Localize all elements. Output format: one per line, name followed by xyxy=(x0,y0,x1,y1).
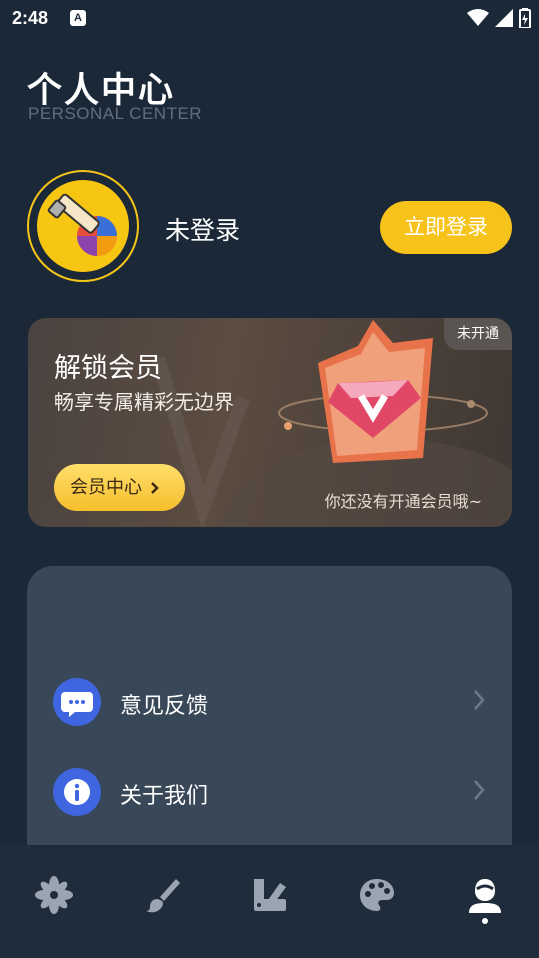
tab-home[interactable] xyxy=(34,875,74,915)
signal-icon xyxy=(495,9,513,27)
chat-bubble-icon xyxy=(53,678,101,726)
battery-icon xyxy=(519,8,531,28)
tab-profile[interactable] xyxy=(465,875,505,915)
menu-item-about[interactable]: 关于我们 xyxy=(27,762,512,822)
brush-icon xyxy=(146,879,180,913)
vip-center-button[interactable]: 会员中心 xyxy=(54,464,185,511)
tab-brush[interactable] xyxy=(142,875,182,915)
flower-icon xyxy=(35,876,73,914)
status-icons xyxy=(467,8,531,28)
tab-palette[interactable] xyxy=(357,875,397,915)
avatar[interactable] xyxy=(27,170,139,282)
vip-subtitle: 畅享专属精彩无边界 xyxy=(54,390,234,414)
page-subtitle: PERSONAL CENTER xyxy=(28,104,203,123)
menu-item-feedback[interactable]: 意见反馈 xyxy=(27,672,512,732)
vip-title: 解锁会员 xyxy=(54,353,162,384)
active-tab-indicator xyxy=(482,918,488,924)
palette-icon xyxy=(360,879,394,911)
profile-icon xyxy=(469,879,501,913)
vip-note: 你还没有开通会员哦~ xyxy=(324,492,482,511)
bottom-tab-bar xyxy=(0,845,539,958)
username: 未登录 xyxy=(165,216,241,245)
palette-swatch-icon xyxy=(254,879,286,911)
avatar-image xyxy=(37,180,129,272)
menu-card: 意见反馈 关于我们 xyxy=(27,566,512,866)
vip-status-badge: 未开通 xyxy=(444,318,512,350)
menu-item-label: 关于我们 xyxy=(120,784,209,809)
pencil-logo-icon xyxy=(47,193,117,256)
wifi-icon xyxy=(467,9,489,26)
login-button[interactable]: 立即登录 xyxy=(380,201,512,254)
chevron-right-icon xyxy=(474,690,485,710)
chevron-right-icon xyxy=(474,780,485,800)
status-bar: 2:48 A xyxy=(0,0,539,36)
vip-card[interactable]: 解锁会员 畅享专属精彩无边界 未开通 会员中心 你还没有开通会员哦~ xyxy=(28,318,512,527)
tab-swatch[interactable] xyxy=(250,875,290,915)
menu-item-label: 意见反馈 xyxy=(120,694,209,719)
vip-center-label: 会员中心 xyxy=(70,477,142,498)
chevron-right-icon xyxy=(150,482,159,494)
status-notification-icon: A xyxy=(70,10,86,26)
status-time: 2:48 xyxy=(12,8,49,28)
info-icon xyxy=(53,768,101,816)
